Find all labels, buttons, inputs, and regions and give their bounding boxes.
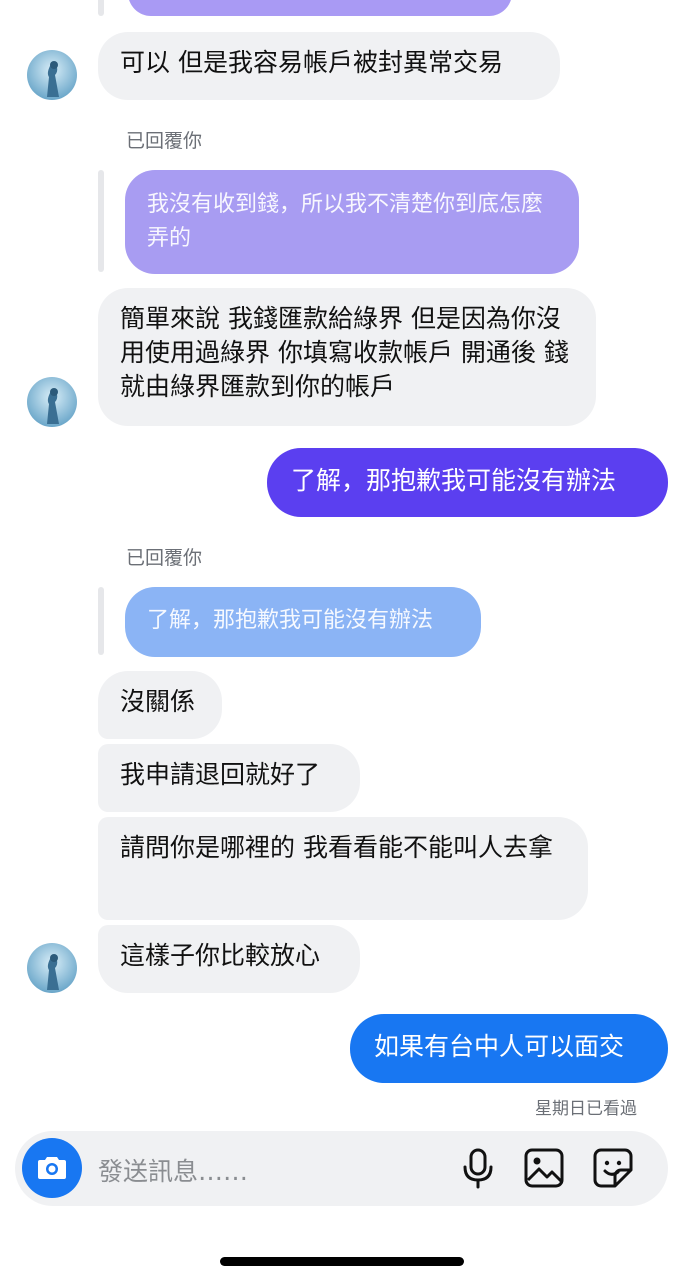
incoming-message[interactable]: 沒關係 [98,671,222,739]
incoming-message[interactable]: 我申請退回就好了 [98,744,360,812]
avatar-image [27,377,77,427]
gallery-button[interactable] [523,1147,565,1189]
incoming-message[interactable]: 請問你是哪裡的 我看看能不能叫人去拿 [98,817,588,920]
microphone-button[interactable] [457,1147,499,1189]
camera-icon [38,1157,66,1179]
home-indicator [220,1257,464,1266]
incoming-message[interactable]: 可以 但是我容易帳戶被封異常交易 [98,32,560,100]
outgoing-message[interactable]: 如果有台中人可以面交 [350,1014,668,1083]
message-input[interactable]: 發送訊息…… [98,1152,248,1188]
outgoing-message[interactable]: 了解，那抱歉我可能沒有辦法 [267,448,668,517]
avatar[interactable] [27,943,77,993]
avatar-image [27,50,77,100]
avatar[interactable] [27,377,77,427]
reply-bar [98,0,104,16]
incoming-message[interactable]: 簡單來說 我錢匯款給綠界 但是因為你沒用使用過綠界 你填寫收款帳戶 開通後 錢就… [98,288,596,426]
reply-label: 已回覆你 [126,130,203,152]
sticker-button[interactable] [592,1147,634,1189]
incoming-message[interactable]: 這樣子你比較放心 [98,925,360,993]
sticker-icon [593,1148,633,1188]
avatar-image [27,943,77,993]
camera-button[interactable] [22,1138,82,1198]
partial-outgoing-bubble [128,0,512,16]
quoted-message[interactable]: 我沒有收到錢，所以我不清楚你到底怎麼弄的 [125,170,579,274]
avatar[interactable] [27,50,77,100]
quoted-message[interactable]: 了解，那抱歉我可能沒有辦法 [125,587,481,657]
reply-bar [98,170,104,272]
reply-label: 已回覆你 [126,547,203,569]
image-icon [524,1148,564,1188]
microphone-icon [463,1148,493,1189]
seen-status: 星期日已看過 [535,1099,637,1119]
reply-bar [98,587,104,655]
